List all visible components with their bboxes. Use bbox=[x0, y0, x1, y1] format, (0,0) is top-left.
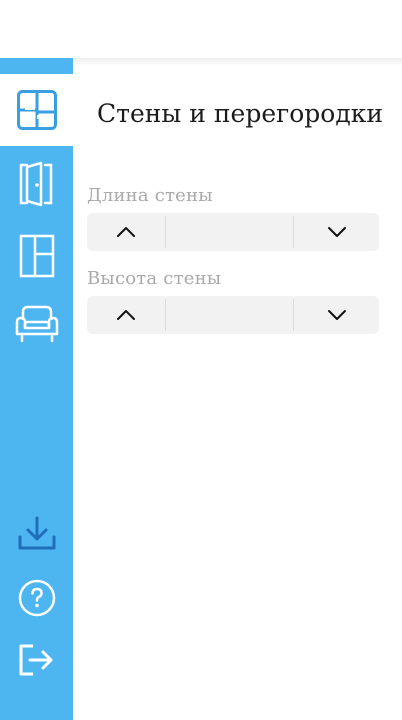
sidebar-item-doors[interactable] bbox=[0, 148, 73, 220]
sidebar-item-windows[interactable] bbox=[0, 220, 73, 292]
wall-height-stepper bbox=[87, 296, 379, 334]
chevron-up-icon bbox=[117, 310, 135, 320]
help-icon bbox=[18, 579, 55, 617]
panel-title: Стены и перегородки bbox=[97, 99, 384, 128]
window-icon bbox=[19, 234, 54, 278]
wall-height-decrease-button[interactable] bbox=[294, 296, 379, 334]
walls-panel: Стены и перегородки Длина стены Высота с… bbox=[73, 74, 402, 720]
chevron-up-icon bbox=[117, 227, 135, 237]
top-bar-shadow bbox=[73, 58, 402, 66]
sidebar-item-download[interactable] bbox=[0, 498, 73, 570]
top-bar bbox=[0, 0, 402, 58]
sidebar-item-logout[interactable] bbox=[0, 624, 73, 696]
wall-length-stepper bbox=[87, 213, 379, 251]
chevron-down-icon bbox=[327, 227, 346, 237]
wall-height-label: Высота стены bbox=[87, 268, 222, 289]
sidebar-top-strip bbox=[0, 58, 73, 74]
download-icon bbox=[18, 516, 55, 550]
sidebar-item-walls[interactable] bbox=[0, 74, 73, 146]
wall-length-input[interactable] bbox=[165, 216, 294, 248]
walls-icon bbox=[16, 90, 57, 130]
door-icon bbox=[19, 161, 52, 207]
sidebar-item-furniture[interactable] bbox=[0, 288, 73, 360]
wall-length-label: Длина стены bbox=[87, 185, 213, 206]
wall-height-increase-button[interactable] bbox=[87, 296, 165, 334]
wall-length-increase-button[interactable] bbox=[87, 213, 165, 251]
wall-length-decrease-button[interactable] bbox=[294, 213, 379, 251]
wall-height-input[interactable] bbox=[165, 299, 294, 331]
chevron-down-icon bbox=[327, 310, 346, 320]
logout-icon bbox=[19, 644, 52, 676]
armchair-icon bbox=[15, 305, 58, 343]
